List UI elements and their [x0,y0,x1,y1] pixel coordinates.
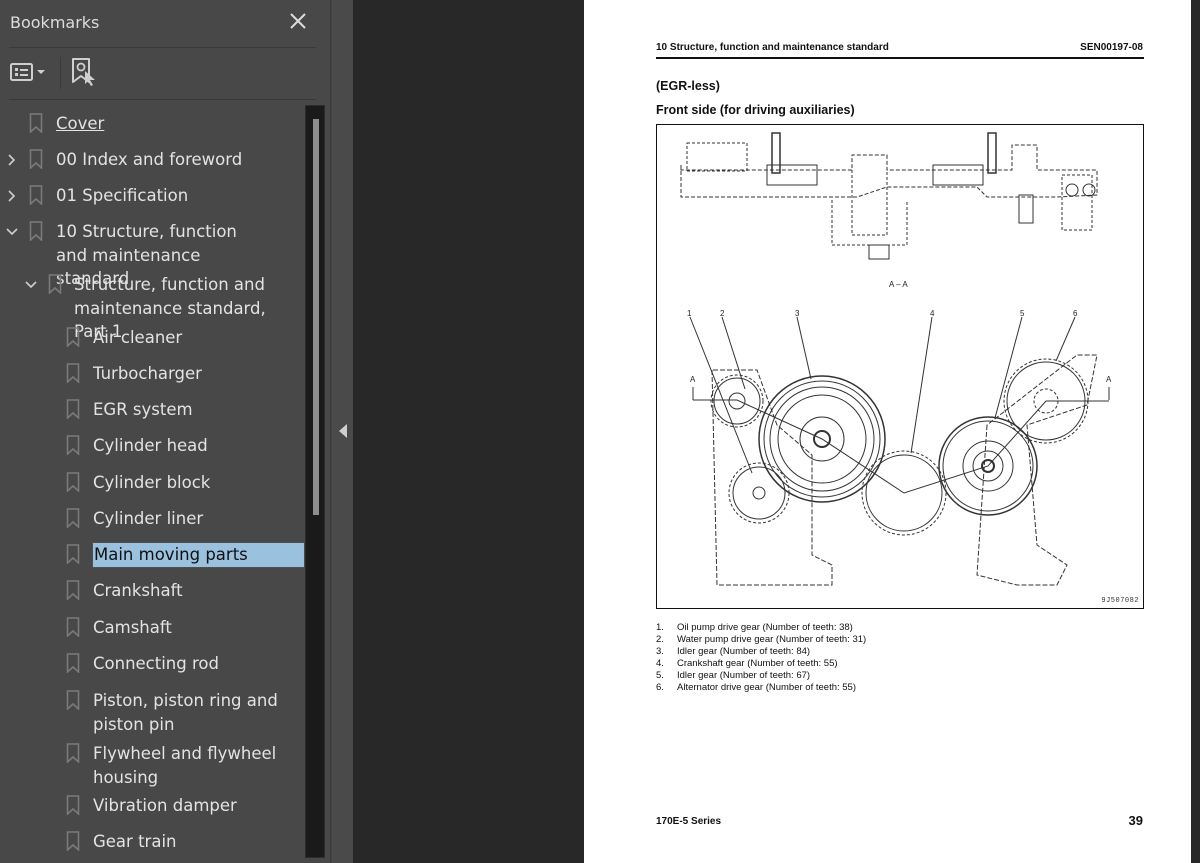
scrollbar-thumb[interactable] [313,119,319,515]
bookmark-tree: Cover 00 Index and foreword 01 Specificati… [0,105,304,863]
callout-4: 4 [930,309,935,318]
page-footer-series: 170E-5 Series [656,816,722,827]
page-header-section: 10 Structure, function and maintenance s… [656,42,889,53]
bookmark-icon [29,113,43,133]
pdf-viewer-window: Bookmarks Cover 00 Index and foreword 01… [0,0,1200,863]
callout-5: 5 [1020,309,1025,318]
close-icon [290,13,306,29]
bookmarks-panel: Bookmarks Cover 00 Index and foreword 01… [0,0,331,863]
bookmark-icon [66,743,80,763]
bookmark-label: Cylinder liner [93,509,204,528]
close-panel-button[interactable] [287,9,309,33]
bookmark-icon [66,795,80,815]
chevron-down-icon[interactable] [5,225,19,239]
bookmark-label: Piston, piston ring and piston pin [93,691,278,734]
bookmark-icon [66,327,80,347]
list-options-icon [10,63,33,81]
callout-1: 1 [687,309,692,318]
bookmark-icon [66,472,80,492]
bookmark-label: Vibration damper [93,796,237,815]
bookmark-icon [66,544,80,564]
bookmark-icon [66,617,80,637]
bookmark-label: Cylinder head [93,436,208,455]
collapse-panel-button[interactable] [331,0,353,863]
divider [9,47,316,48]
bookmark-icon [66,435,80,455]
bookmark-icon [66,363,80,383]
bookmark-label: Connecting rod [93,654,219,673]
bookmark-icon [66,508,80,528]
pdf-page: 10 Structure, function and maintenance s… [584,0,1191,863]
bookmark-label: Turbocharger [93,364,202,383]
callout-6: 6 [1073,309,1078,318]
subtitle-front-side: Front side (for driving auxiliaries) [656,103,855,117]
bookmark-label: 01 Specification [56,186,189,205]
bookmark-label: Main moving parts [92,542,304,568]
chevron-right-icon[interactable] [5,189,19,203]
callout-2: 2 [720,309,725,318]
divider [9,99,316,100]
bookmark-icon [29,149,43,169]
chevron-down-icon[interactable] [24,278,38,292]
bookmark-icon [66,399,80,419]
collapse-panel-arrow-icon [339,424,347,438]
bookmark-icon [29,221,43,241]
bookmark-icon [66,653,80,673]
panel-title: Bookmarks [10,13,100,32]
document-viewer[interactable]: 10 Structure, function and maintenance s… [353,0,1200,863]
section-arrow-label-right: A [1106,375,1112,384]
figure-code: 9J507082 [1101,597,1139,605]
bookmark-icon [66,831,80,851]
bookmark-label: 00 Index and foreword [56,150,243,169]
callout-3: 3 [795,309,800,318]
section-view-a-a [680,132,1098,260]
bookmark-label: Cylinder block [93,473,211,492]
bookmark-options-button[interactable] [9,58,51,86]
bookmark-label: Crankshaft [93,581,183,600]
page-number: 39 [1128,813,1143,828]
chevron-right-icon[interactable] [5,153,19,167]
bookmark-label: Gear train [93,832,177,851]
bookmark-label: Flywheel and flywheel housing [93,744,277,787]
toolbar-divider [60,57,61,89]
gear-front-view [689,316,1110,586]
bookmark-icon [66,690,80,710]
bookmark-scrollbar[interactable] [305,105,325,858]
bookmark-icon [29,185,43,205]
find-current-bookmark-button[interactable] [70,57,98,87]
section-label: A – A [889,280,908,289]
subtitle-egr: (EGR-less) [656,79,720,93]
technical-drawing: 1 2 3 4 5 6 A A [680,132,1112,586]
page-header-docid: SEN00197-08 [1080,42,1143,53]
caret-down-icon [37,70,45,74]
header-rule [656,57,1144,59]
bookmark-icon [48,274,62,294]
bookmark-label: Air cleaner [93,328,183,347]
bookmark-label: Cover [56,114,105,133]
bookmark-label: Camshaft [93,618,172,637]
find-current-bookmark-icon [72,58,95,86]
gear-train-figure: 1 2 3 4 5 6 A A A – A 9J507082 [656,124,1144,609]
bookmark-icon [66,580,80,600]
section-arrow-label-left: A [690,375,696,384]
bookmark-label: EGR system [93,400,193,419]
